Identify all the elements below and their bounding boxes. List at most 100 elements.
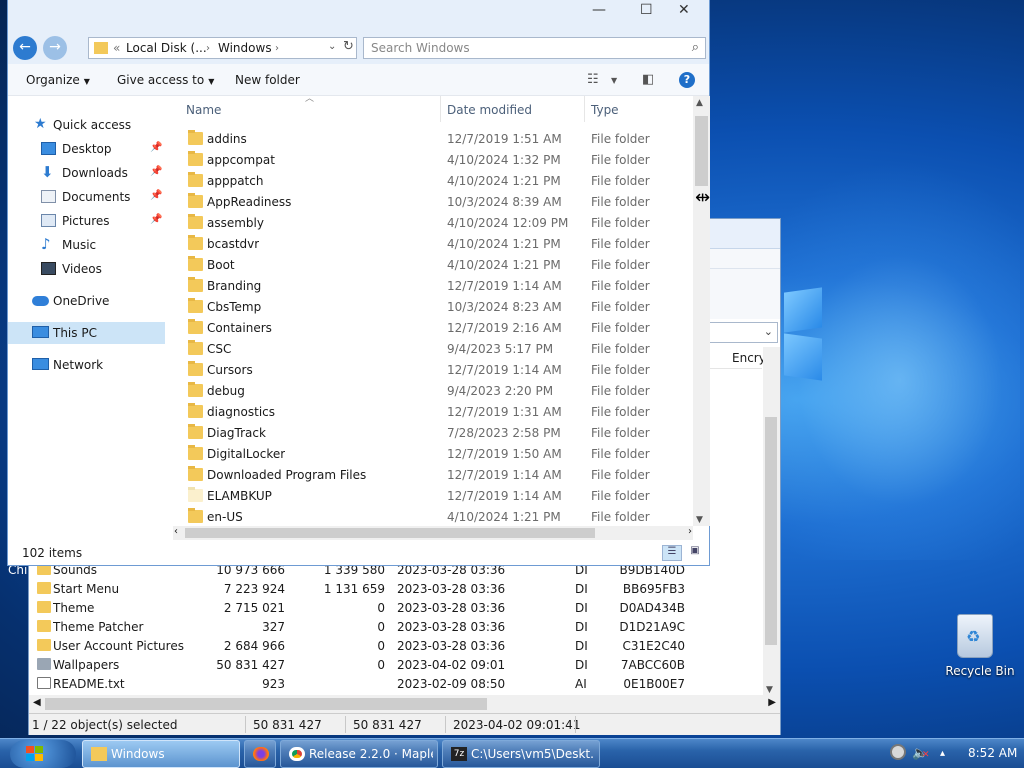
7zip-horizontal-scrollbar[interactable]: ◀ ▶: [29, 695, 780, 713]
nav-item-music[interactable]: ♪ Music: [8, 234, 165, 256]
nav-item-pictures[interactable]: Pictures 📌: [8, 210, 165, 232]
column-encrypted[interactable]: Encry: [732, 351, 766, 365]
file-row[interactable]: AppReadiness 10/3/2024 8:39 AM File folder: [183, 191, 693, 212]
nav-quick-access[interactable]: ★ Quick access: [8, 114, 165, 136]
pin-icon[interactable]: 📌: [150, 190, 162, 201]
clock[interactable]: 8:52 AM: [968, 746, 1017, 760]
give-access-button[interactable]: Give access to ▼: [117, 73, 214, 87]
tray-app-icon[interactable]: [890, 744, 906, 760]
file-name: ELAMBKUP: [207, 489, 272, 503]
chevron-down-icon[interactable]: ⌄: [764, 325, 773, 338]
file-row[interactable]: Branding 12/7/2019 1:14 AM File folder: [183, 275, 693, 296]
7zip-row[interactable]: Theme Patcher 327 0 2023-03-28 03:36 DI D1D21…: [29, 618, 763, 637]
column-type[interactable]: Type: [591, 103, 619, 117]
tray-overflow-icon[interactable]: ▴: [940, 748, 945, 759]
file-row[interactable]: DigitalLocker 12/7/2019 1:50 AM File folde…: [183, 443, 693, 464]
start-button[interactable]: [10, 740, 76, 768]
nav-onedrive[interactable]: OneDrive: [8, 290, 165, 312]
scroll-up-icon[interactable]: ▲: [696, 98, 703, 108]
file-explorer-window[interactable]: — ☐ ✕ ← → « Local Disk (... › Windows › …: [7, 0, 710, 566]
search-icon[interactable]: ⌕: [692, 40, 699, 55]
preview-pane-icon[interactable]: ◧: [642, 72, 654, 87]
file-row[interactable]: apppatch 4/10/2024 1:21 PM File folder: [183, 170, 693, 191]
file-row[interactable]: debug 9/4/2023 2:20 PM File folder: [183, 380, 693, 401]
7zip-row[interactable]: Wallpapers 50 831 427 0 2023-04-02 09:01 DI 7…: [29, 656, 763, 675]
minimize-icon[interactable]: —: [592, 2, 606, 18]
file-row[interactable]: addins 12/7/2019 1:51 AM File folder: [183, 128, 693, 149]
scrollbar-thumb[interactable]: [695, 116, 708, 186]
search-input[interactable]: Search Windows ⌕: [363, 37, 706, 59]
file-row[interactable]: Boot 4/10/2024 1:21 PM File folder: [183, 254, 693, 275]
nav-item-desktop[interactable]: Desktop 📌: [8, 138, 165, 160]
pin-icon[interactable]: 📌: [150, 214, 162, 225]
view-dropdown-icon[interactable]: ▼: [611, 76, 617, 85]
breadcrumb-separator-icon[interactable]: ›: [275, 43, 279, 54]
breadcrumb-separator-icon[interactable]: ›: [206, 43, 210, 54]
pin-icon[interactable]: 📌: [150, 142, 162, 153]
file-row[interactable]: en-US 4/10/2024 1:21 PM File folder: [183, 506, 693, 527]
scroll-right-icon[interactable]: ›: [688, 526, 692, 537]
file-list-horizontal-scrollbar[interactable]: ‹ ›: [173, 526, 693, 540]
column-name[interactable]: Name: [186, 103, 221, 117]
scrollbar-thumb[interactable]: [45, 698, 487, 710]
help-button[interactable]: ?: [679, 72, 695, 88]
7zip-vertical-scrollbar[interactable]: ▼: [763, 347, 780, 695]
file-row[interactable]: DiagTrack 7/28/2023 2:58 PM File folder: [183, 422, 693, 443]
file-row[interactable]: CSC 9/4/2023 5:17 PM File folder: [183, 338, 693, 359]
taskbar-button-windows[interactable]: Windows: [82, 740, 240, 768]
file-row[interactable]: Downloaded Program Files 12/7/2019 1:14 A…: [183, 464, 693, 485]
maximize-icon[interactable]: ☐: [640, 2, 653, 18]
recycle-bin-icon: ♻: [957, 614, 993, 658]
nav-this-pc[interactable]: This PC: [8, 322, 165, 344]
scroll-right-icon[interactable]: ▶: [768, 697, 776, 708]
address-bar[interactable]: « Local Disk (... › Windows › ⌄ ↻: [88, 37, 357, 59]
taskbar-button-chrome[interactable]: Release 2.2.0 · Maple...: [280, 740, 438, 768]
scrollbar-thumb[interactable]: [765, 417, 777, 645]
change-view-icon[interactable]: ☷: [587, 72, 599, 87]
scroll-down-icon[interactable]: ▼: [696, 515, 703, 525]
scroll-left-icon[interactable]: ‹: [174, 526, 178, 537]
7zip-row[interactable]: User Account Pictures 2 684 966 0 2023-03-2…: [29, 637, 763, 656]
taskbar-button-7zip[interactable]: 7z C:\Users\vm5\Deskt...: [442, 740, 600, 768]
scroll-down-icon[interactable]: ▼: [766, 685, 773, 695]
7zip-row[interactable]: README.txt 923 2023-02-09 08:50 AI 0E1B00E7: [29, 675, 763, 694]
pin-icon[interactable]: 📌: [150, 166, 162, 177]
nav-item-downloads[interactable]: ⬇ Downloads 📌: [8, 162, 165, 184]
7zip-cell-crc: BB695FB3: [622, 582, 685, 596]
file-row[interactable]: diagnostics 12/7/2019 1:31 AM File folder: [183, 401, 693, 422]
7zip-row[interactable]: Theme 2 715 021 0 2023-03-28 03:36 DI D0AD434…: [29, 599, 763, 618]
taskbar-button-firefox[interactable]: [244, 740, 276, 768]
file-row[interactable]: Cursors 12/7/2019 1:14 AM File folder: [183, 359, 693, 380]
nav-network[interactable]: Network: [8, 354, 165, 376]
close-icon[interactable]: ✕: [678, 2, 690, 18]
details-view-icon[interactable]: ☰: [662, 545, 682, 561]
back-button[interactable]: ←: [13, 36, 37, 60]
file-type: File folder: [591, 447, 650, 461]
file-row[interactable]: bcastdvr 4/10/2024 1:21 PM File folder: [183, 233, 693, 254]
large-icons-view-icon[interactable]: ▣: [685, 545, 705, 561]
file-list-vertical-scrollbar[interactable]: ▲ ▼: [693, 96, 710, 526]
organize-button[interactable]: Organize ▼: [26, 73, 90, 87]
file-row[interactable]: Containers 12/7/2019 2:16 AM File folder: [183, 317, 693, 338]
nav-item-documents[interactable]: Documents 📌: [8, 186, 165, 208]
file-row[interactable]: assembly 4/10/2024 12:09 PM File folder: [183, 212, 693, 233]
file-row[interactable]: appcompat 4/10/2024 1:32 PM File folder: [183, 149, 693, 170]
breadcrumb-overflow[interactable]: «: [113, 41, 120, 55]
file-row[interactable]: CbsTemp 10/3/2024 8:23 AM File folder: [183, 296, 693, 317]
7zip-row[interactable]: Start Menu 7 223 924 1 131 659 2023-03-28 0…: [29, 580, 763, 599]
chevron-down-icon[interactable]: ⌄: [328, 41, 336, 52]
nav-item-videos[interactable]: Videos: [8, 258, 165, 280]
file-type: File folder: [591, 174, 650, 188]
scrollbar-thumb[interactable]: [185, 528, 595, 538]
breadcrumb-windows[interactable]: Windows: [218, 41, 272, 55]
new-folder-button[interactable]: New folder: [235, 73, 300, 87]
column-date-modified[interactable]: Date modified: [447, 103, 532, 117]
explorer-title-bar[interactable]: — ☐ ✕: [8, 0, 709, 30]
breadcrumb-local-disk[interactable]: Local Disk (...: [126, 41, 207, 55]
file-row[interactable]: ELAMBKUP 12/7/2019 1:14 AM File folder: [183, 485, 693, 506]
dropdown-arrow-icon: ▼: [208, 77, 215, 86]
scroll-left-icon[interactable]: ◀: [33, 697, 41, 708]
forward-button[interactable]: →: [43, 36, 67, 60]
recycle-bin[interactable]: ♻ Recycle Bin: [940, 612, 1015, 682]
refresh-icon[interactable]: ↻: [343, 39, 354, 54]
